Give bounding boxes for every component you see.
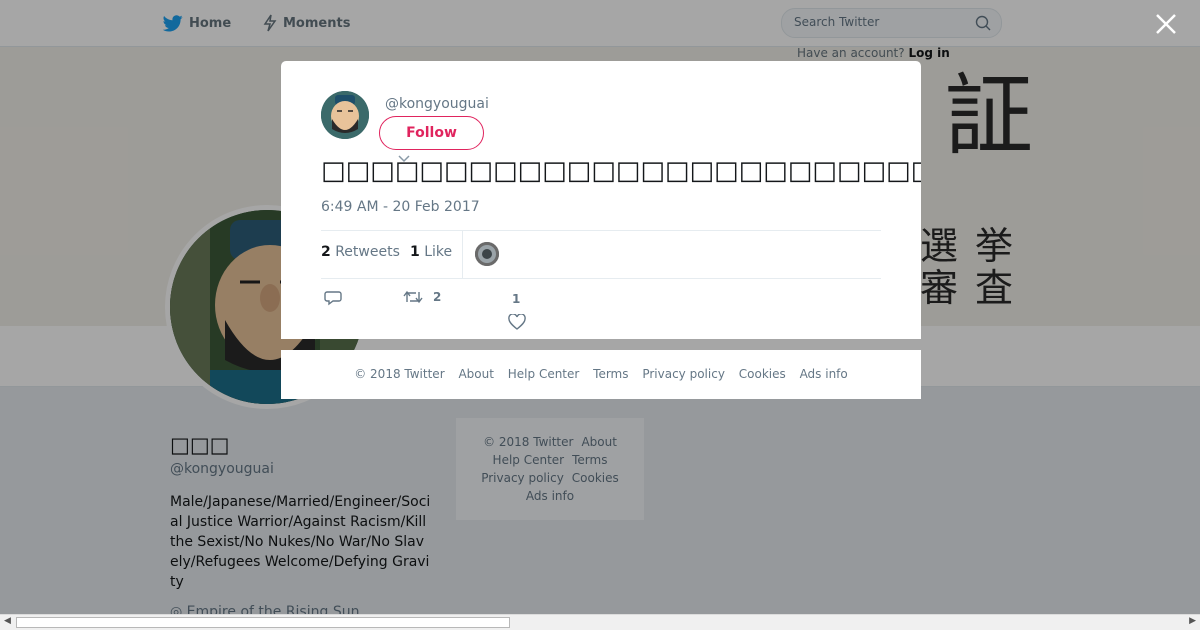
retweets-count: 2	[321, 244, 331, 260]
like-action-count: 1	[512, 292, 521, 306]
modal-footer-about-link[interactable]: About	[458, 367, 493, 381]
scroll-right-icon[interactable]: ▶	[1189, 616, 1196, 626]
horizontal-scrollbar[interactable]: ◀ ▶	[0, 614, 1200, 630]
tweet-stats: 2 Retweets 1 Like	[321, 230, 881, 279]
retweets-label: Retweets	[335, 244, 400, 260]
modal-footer-ads-link[interactable]: Ads info	[800, 367, 848, 381]
scrollbar-thumb[interactable]	[16, 617, 510, 628]
modal-footer: © 2018 Twitter About Help Center Terms P…	[281, 350, 921, 399]
avatar-illustration	[475, 242, 499, 266]
modal-footer-cookies-link[interactable]: Cookies	[739, 367, 786, 381]
modal-footer-privacy-link[interactable]: Privacy policy	[642, 367, 725, 381]
tweet-author-avatar[interactable]	[321, 91, 369, 139]
likes-label: Like	[424, 244, 453, 260]
tweet-author-handle[interactable]: @kongyouguai	[385, 96, 489, 112]
heart-icon[interactable]	[508, 314, 526, 330]
retweets-stat[interactable]: 2 Retweets	[321, 244, 400, 260]
close-icon[interactable]	[1154, 12, 1178, 36]
reply-button[interactable]	[324, 290, 342, 306]
tweet-text: □□□□□□□□□□□□□□□□□□□□□□□□□□□□□□□□□□□□□□□□…	[321, 156, 921, 186]
tweet-timestamp[interactable]: 6:49 AM - 20 Feb 2017	[321, 199, 480, 215]
modal-footer-help-link[interactable]: Help Center	[508, 367, 580, 381]
retweet-action-count: 2	[433, 290, 442, 304]
retweet-icon	[403, 290, 423, 304]
modal-footer-terms-link[interactable]: Terms	[593, 367, 628, 381]
likes-stat[interactable]: 1 Like	[410, 244, 452, 260]
retweet-button[interactable]: 2	[403, 290, 441, 304]
avatar-illustration	[321, 91, 369, 139]
likes-count: 1	[410, 244, 420, 260]
scroll-left-icon[interactable]: ◀	[4, 616, 11, 626]
modal-footer-copyright: © 2018 Twitter	[354, 367, 445, 381]
stats-divider	[462, 231, 463, 278]
reply-icon	[324, 291, 342, 306]
tweet-permalink-modal: @kongyouguai Follow □□□□□□□□□□□□□□□□□□□□…	[281, 61, 921, 339]
liker-avatar[interactable]	[475, 242, 499, 266]
follow-button[interactable]: Follow	[379, 116, 484, 150]
